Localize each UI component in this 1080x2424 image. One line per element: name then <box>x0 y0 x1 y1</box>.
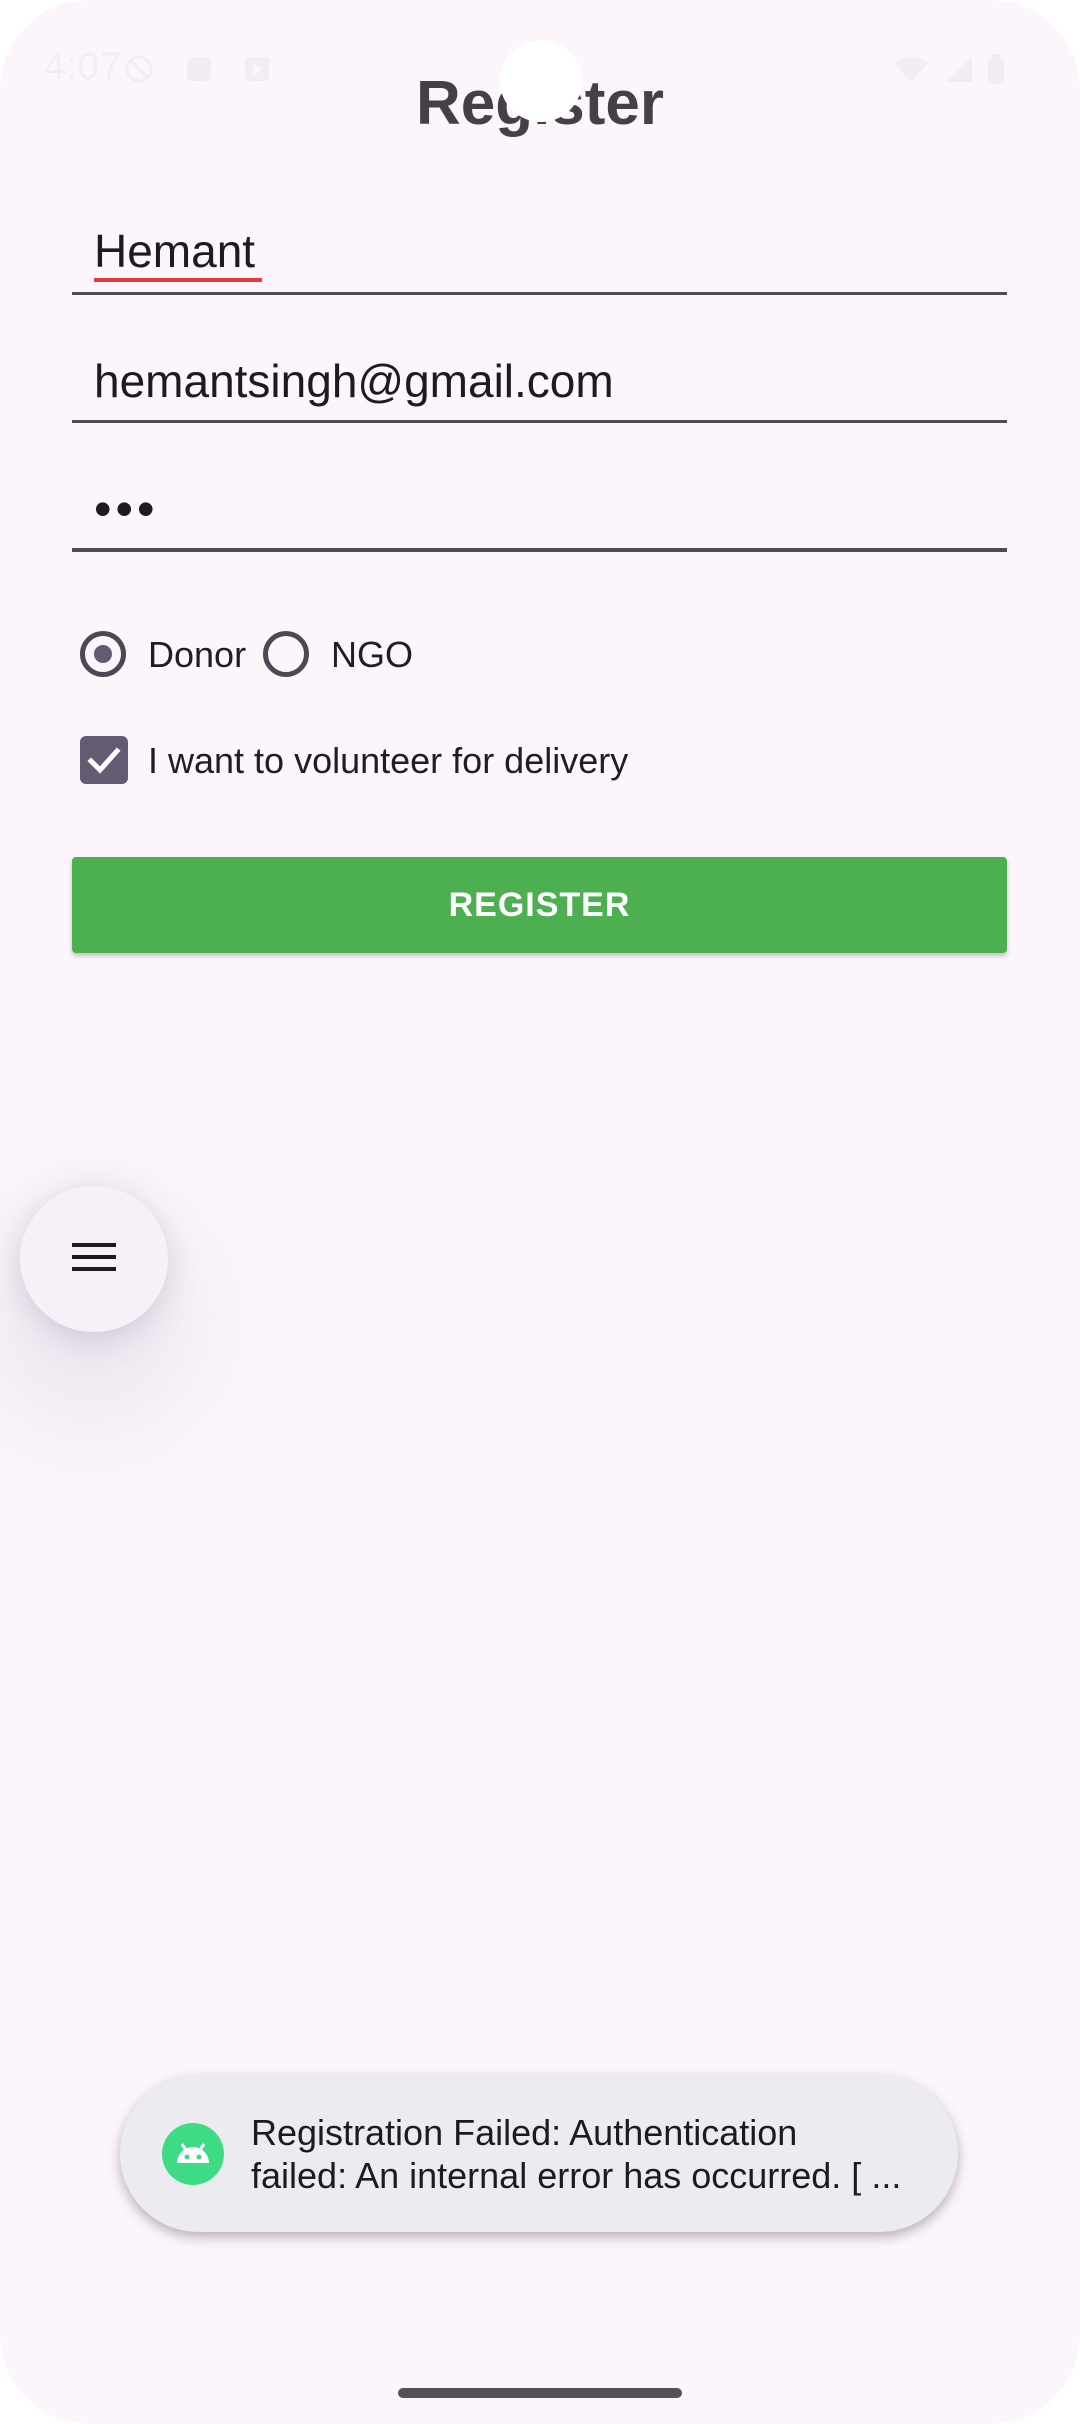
volunteer-checkbox[interactable] <box>80 736 128 784</box>
register-screen: 4:07 Register Hemant hemantsingh@gmail <box>0 0 1080 2424</box>
menu-fab-button[interactable] <box>20 1186 168 1332</box>
email-input-value: hemantsingh@gmail.com <box>94 355 614 407</box>
error-toast: Registration Failed: Authentication fail… <box>120 2075 958 2232</box>
spellcheck-underline <box>94 278 262 282</box>
android-icon <box>162 2123 224 2185</box>
email-field[interactable]: hemantsingh@gmail.com <box>72 350 1007 423</box>
hamburger-menu-icon <box>72 1243 116 1271</box>
radio-selected-dot <box>94 645 112 663</box>
radio-ngo-label[interactable]: NGO <box>331 634 413 676</box>
toast-message-line-2: failed: An internal error has occurred. … <box>251 2155 902 2196</box>
volunteer-label[interactable]: I want to volunteer for delivery <box>148 740 628 782</box>
register-button[interactable]: REGISTER <box>72 857 1007 953</box>
camera-cutout <box>500 40 582 122</box>
name-input-value: Hemant <box>94 225 256 277</box>
radio-donor[interactable] <box>80 631 126 677</box>
checkmark-icon <box>87 747 121 774</box>
toast-message-line-1: Registration Failed: Authentication <box>251 2112 798 2153</box>
radio-donor-label[interactable]: Donor <box>148 634 246 676</box>
password-field[interactable]: ••• <box>72 478 1007 552</box>
name-field[interactable]: Hemant <box>72 220 1007 295</box>
fab-shadow-glow <box>0 1110 300 1530</box>
password-input-value: ••• <box>94 481 159 537</box>
radio-ngo[interactable] <box>263 631 309 677</box>
home-indicator[interactable] <box>398 2388 682 2398</box>
